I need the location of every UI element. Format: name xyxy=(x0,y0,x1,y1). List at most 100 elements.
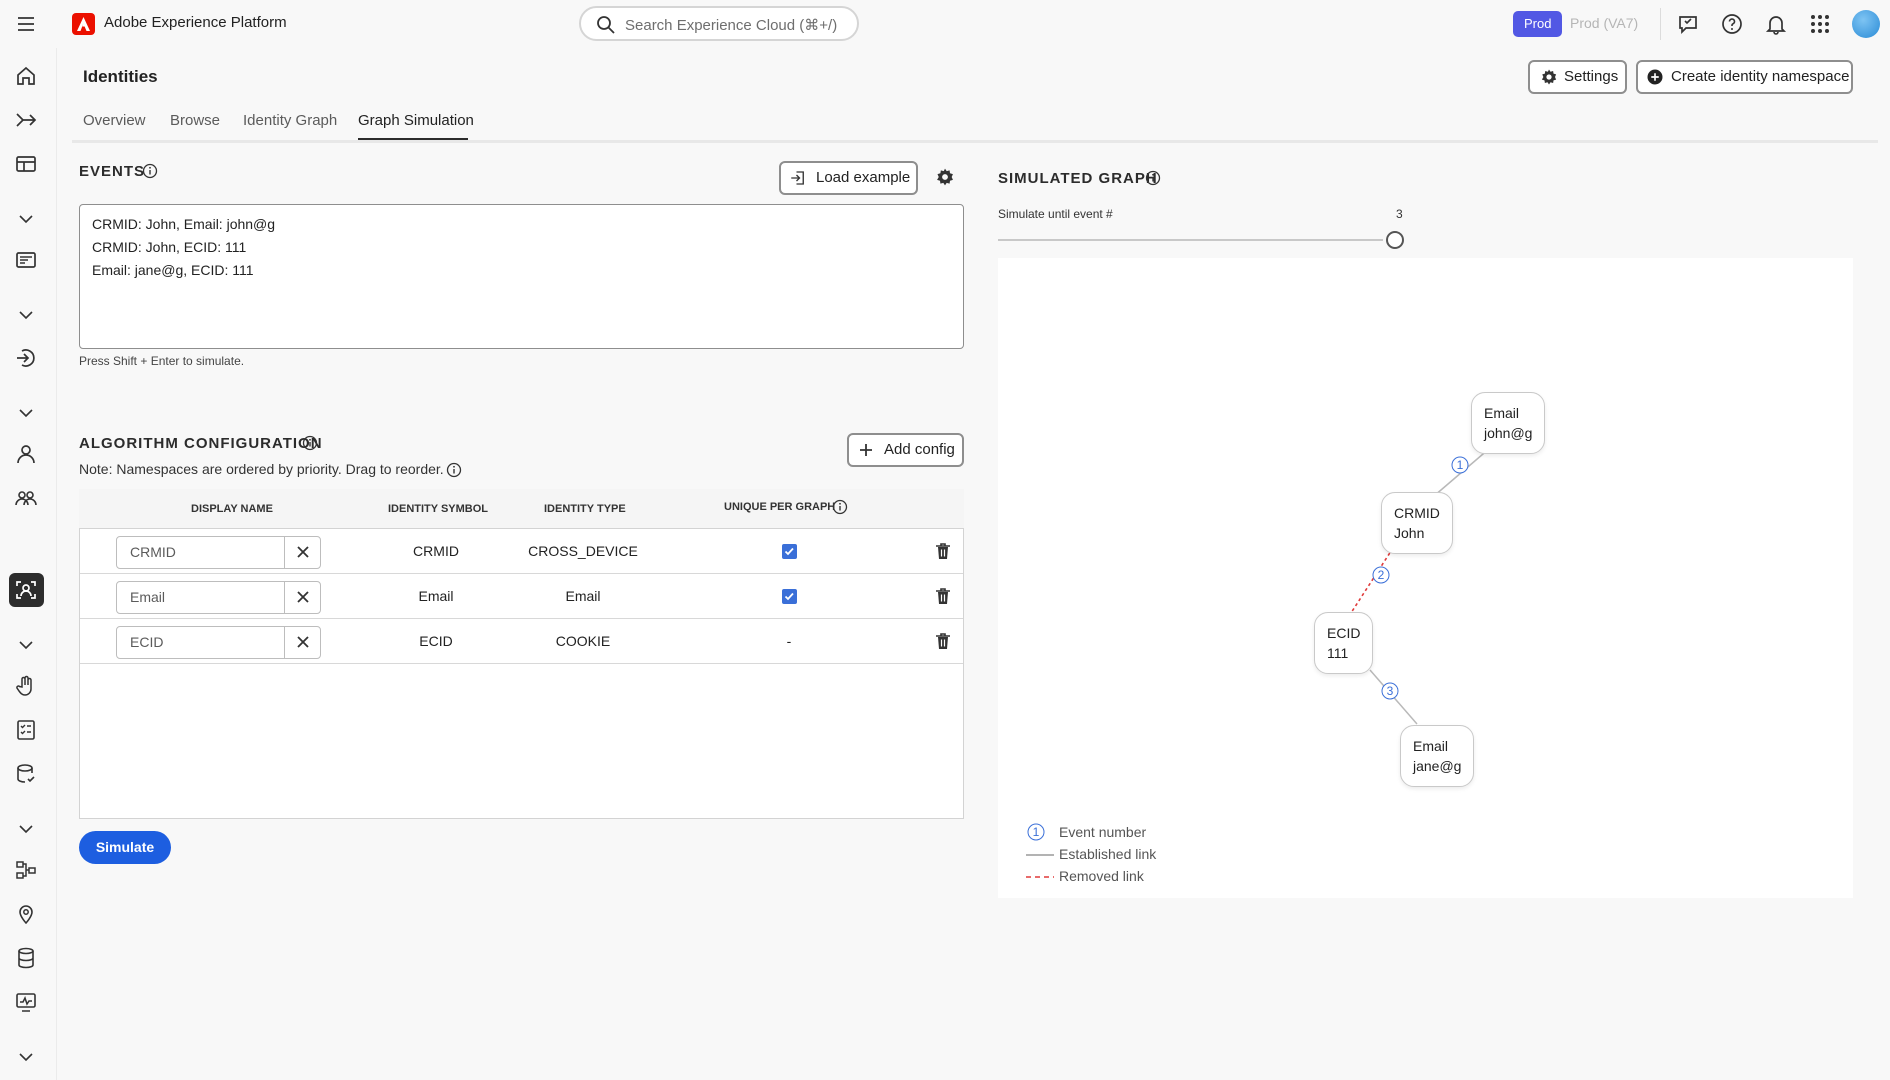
org-alt[interactable]: Prod (VA7) xyxy=(1570,15,1638,31)
info-icon[interactable] xyxy=(302,435,318,451)
catalog-icon[interactable] xyxy=(14,248,38,272)
node-value: 111 xyxy=(1327,645,1349,661)
help-icon[interactable] xyxy=(1720,12,1744,36)
clear-button[interactable] xyxy=(284,626,321,659)
info-icon[interactable] xyxy=(446,462,462,478)
chevron-down-icon[interactable] xyxy=(14,302,38,326)
info-icon[interactable] xyxy=(142,163,158,179)
tab-identity-graph[interactable]: Identity Graph xyxy=(243,112,337,129)
privacy-hand-icon[interactable] xyxy=(14,674,38,698)
load-example-label: Load example xyxy=(816,169,911,186)
column-header-identity-type[interactable]: IDENTITY TYPE xyxy=(544,503,626,515)
datasets-icon[interactable] xyxy=(14,946,38,970)
org-badge[interactable]: Prod xyxy=(1513,11,1563,37)
simulate-button[interactable]: Simulate xyxy=(79,831,171,864)
apps-grid-icon[interactable] xyxy=(1808,12,1832,36)
trash-icon[interactable] xyxy=(934,632,952,650)
established-link-legend-icon xyxy=(1026,854,1054,856)
data-lifecycle-icon[interactable] xyxy=(14,762,38,786)
unique-value: - xyxy=(786,633,792,649)
divider xyxy=(1660,8,1661,40)
page-title: Identities xyxy=(83,67,158,86)
tab-graph-simulation[interactable]: Graph Simulation xyxy=(358,112,474,129)
add-config-button[interactable]: Add config xyxy=(847,433,964,467)
add-config-label: Add config xyxy=(884,441,955,458)
event-line: CRMID: John, Email: john@g xyxy=(92,216,276,232)
avatar[interactable] xyxy=(1852,10,1880,38)
trash-icon[interactable] xyxy=(934,542,952,560)
identity-symbol: ECID xyxy=(419,633,453,649)
clear-button[interactable] xyxy=(284,536,321,569)
tab-overview[interactable]: Overview xyxy=(83,112,146,129)
event-line: Email: jane@g, ECID: 111 xyxy=(92,262,254,278)
settings-button[interactable]: Settings xyxy=(1528,60,1627,94)
tab-browse[interactable]: Browse xyxy=(170,112,220,129)
chevron-down-icon[interactable] xyxy=(14,816,38,840)
bell-icon[interactable] xyxy=(1764,12,1788,36)
node-value: john@g xyxy=(1484,425,1533,441)
event-number-label: 3 xyxy=(1387,684,1394,698)
table-row[interactable]: CRMID CRMID CROSS_DEVICE xyxy=(80,529,963,574)
info-icon[interactable] xyxy=(1145,170,1161,186)
left-nav-rail xyxy=(0,48,56,1080)
graph-node[interactable]: Email jane@g xyxy=(1400,725,1475,787)
unique-checkbox[interactable] xyxy=(782,544,797,559)
gear-icon[interactable] xyxy=(935,167,955,187)
search-placeholder: Search Experience Cloud (⌘+/) xyxy=(625,17,838,34)
trash-icon[interactable] xyxy=(934,587,952,605)
identities-icon[interactable] xyxy=(14,578,38,602)
graph-node[interactable]: Email john@g xyxy=(1471,392,1546,454)
gear-icon xyxy=(1540,68,1558,86)
feedback-icon[interactable] xyxy=(1676,12,1700,36)
legend-removed-link-label: Removed link xyxy=(1059,868,1144,884)
close-icon xyxy=(297,591,309,603)
column-header-display-name[interactable]: DISPLAY NAME xyxy=(191,503,273,515)
identity-symbol: Email xyxy=(418,588,454,604)
priority-note: Note: Namespaces are ordered by priority… xyxy=(79,461,444,477)
chevron-down-icon[interactable] xyxy=(14,632,38,656)
tabs-divider xyxy=(72,140,1878,143)
table-body: CRMID CRMID CROSS_DEVICE Email Email Ema… xyxy=(79,528,964,819)
column-header-identity-symbol[interactable]: IDENTITY SYMBOL xyxy=(388,503,488,515)
menu-icon[interactable] xyxy=(16,14,36,34)
slider-value: 3 xyxy=(1396,207,1403,221)
slider-handle[interactable] xyxy=(1386,231,1404,249)
monitoring-icon[interactable] xyxy=(14,990,38,1014)
legend-established-link-label: Established link xyxy=(1059,846,1157,862)
sources-icon[interactable] xyxy=(14,346,38,370)
table-row[interactable]: ECID ECID COOKIE - xyxy=(80,619,963,664)
location-icon[interactable] xyxy=(14,902,38,926)
column-header-unique-per-graph[interactable]: UNIQUE PER GRAPH xyxy=(724,501,835,513)
chevron-down-icon[interactable] xyxy=(14,206,38,230)
plus-icon xyxy=(857,441,875,459)
close-icon xyxy=(297,546,309,558)
profiles-icon[interactable] xyxy=(14,442,38,466)
audiences-icon[interactable] xyxy=(14,486,38,510)
policies-icon[interactable] xyxy=(14,718,38,742)
search-input[interactable]: Search Experience Cloud (⌘+/) xyxy=(579,6,859,41)
create-identity-namespace-button[interactable]: Create identity namespace xyxy=(1636,60,1853,94)
info-icon[interactable] xyxy=(832,499,848,515)
clear-button[interactable] xyxy=(284,581,321,614)
home-icon[interactable] xyxy=(14,64,38,88)
svg-text:1: 1 xyxy=(1033,825,1040,839)
slider-track[interactable] xyxy=(998,239,1383,241)
dashboards-icon[interactable] xyxy=(14,152,38,176)
graph-node[interactable]: CRMID John xyxy=(1381,492,1453,554)
table-row[interactable]: Email Email Email xyxy=(80,574,963,619)
unique-checkbox[interactable] xyxy=(782,589,797,604)
schemas-icon[interactable] xyxy=(14,858,38,882)
workflows-icon[interactable] xyxy=(14,108,38,132)
brand-name[interactable]: Adobe Experience Platform xyxy=(104,14,287,31)
load-example-button[interactable]: Load example xyxy=(779,161,918,195)
graph-edges: 1 2 3 xyxy=(1350,447,1491,725)
node-namespace: ECID xyxy=(1327,625,1361,641)
graph-node[interactable]: ECID 111 xyxy=(1314,612,1374,674)
node-value: John xyxy=(1394,525,1425,541)
settings-label: Settings xyxy=(1564,68,1619,85)
chevron-down-icon[interactable] xyxy=(14,400,38,424)
chevron-down-icon[interactable] xyxy=(14,1044,38,1068)
events-textarea[interactable]: CRMID: John, Email: john@g CRMID: John, … xyxy=(79,204,964,349)
algorithm-config-title: ALGORITHM CONFIGURATION xyxy=(79,435,323,452)
adobe-logo-icon[interactable] xyxy=(72,13,95,35)
